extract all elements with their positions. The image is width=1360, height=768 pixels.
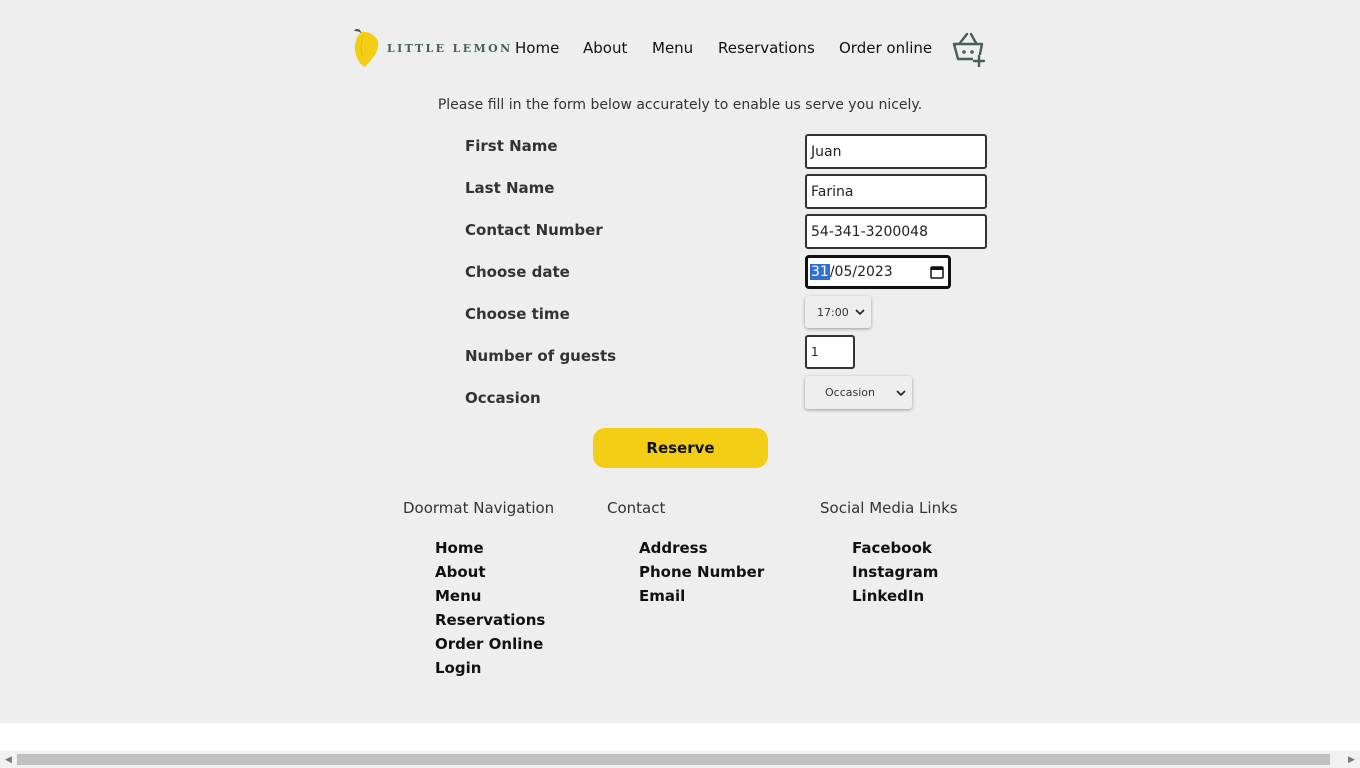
first-name-label: First Name	[465, 137, 558, 155]
contact-number-label: Contact Number	[465, 221, 603, 239]
logo-text: LITTLE LEMON	[387, 41, 513, 55]
footer-link-reservations[interactable]: Reservations	[435, 611, 545, 629]
footer-social-heading: Social Media Links	[820, 499, 958, 517]
footer-link-email[interactable]: Email	[639, 587, 685, 605]
date-day-segment: 31	[810, 264, 830, 280]
reserve-button[interactable]: Reserve	[593, 428, 768, 468]
basket-add-icon[interactable]	[951, 31, 987, 67]
nav-reservations[interactable]: Reservations	[718, 39, 815, 57]
footer-link-menu[interactable]: Menu	[435, 587, 481, 605]
scrollbar-thumb[interactable]	[17, 754, 1330, 765]
chevron-down-icon	[855, 309, 865, 315]
footer-link-address[interactable]: Address	[639, 539, 708, 557]
time-select[interactable]: 17:00	[805, 296, 871, 328]
first-name-value: Juan	[811, 143, 842, 160]
guests-value: 1	[811, 345, 819, 359]
date-rest: /05/2023	[829, 264, 893, 280]
footer-link-facebook[interactable]: Facebook	[852, 539, 932, 557]
footer-link-instagram[interactable]: Instagram	[852, 563, 938, 581]
footer-contact-heading: Contact	[607, 499, 666, 517]
contact-number-input[interactable]: 54-341-3200048	[805, 214, 987, 249]
footer-link-linkedin[interactable]: LinkedIn	[852, 587, 924, 605]
nav-order-online[interactable]: Order online	[839, 39, 932, 57]
footer-link-home[interactable]: Home	[435, 539, 484, 557]
horizontal-scrollbar[interactable]: ◀ ▶	[0, 751, 1360, 768]
nav-menu[interactable]: Menu	[652, 39, 693, 57]
guests-label: Number of guests	[465, 347, 617, 365]
lemon-logo-icon	[354, 28, 379, 67]
footer-link-order-online[interactable]: Order Online	[435, 635, 543, 653]
scroll-right-icon[interactable]: ▶	[1343, 751, 1360, 768]
guests-input[interactable]: 1	[805, 335, 855, 369]
contact-number-value: 54-341-3200048	[811, 223, 928, 240]
page: LITTLE LEMON Home About Menu Reservation…	[0, 0, 1360, 723]
nav-about[interactable]: About	[583, 39, 627, 57]
date-input[interactable]: 31/05/2023	[805, 255, 951, 289]
footer-link-login[interactable]: Login	[435, 659, 481, 677]
chevron-down-icon	[896, 389, 906, 396]
occasion-value: Occasion	[825, 386, 875, 399]
footer-link-phone[interactable]: Phone Number	[639, 563, 764, 581]
first-name-input[interactable]: Juan	[805, 134, 987, 169]
nav-home[interactable]: Home	[515, 39, 559, 57]
form-intro: Please fill in the form below accurately…	[437, 97, 923, 113]
last-name-value: Farina	[811, 183, 854, 200]
choose-time-label: Choose time	[465, 305, 570, 323]
occasion-select[interactable]: Occasion	[805, 376, 912, 409]
last-name-label: Last Name	[465, 179, 555, 197]
occasion-label: Occasion	[465, 389, 541, 407]
calendar-icon[interactable]	[930, 265, 944, 279]
date-text: 31/05/2023	[810, 264, 893, 280]
footer-nav-heading: Doormat Navigation	[403, 499, 555, 517]
last-name-input[interactable]: Farina	[805, 174, 987, 209]
time-value: 17:00	[817, 305, 849, 319]
choose-date-label: Choose date	[465, 263, 570, 281]
scroll-left-icon[interactable]: ◀	[0, 751, 17, 768]
logo[interactable]: LITTLE LEMON	[353, 26, 513, 68]
footer-link-about[interactable]: About	[435, 563, 486, 581]
